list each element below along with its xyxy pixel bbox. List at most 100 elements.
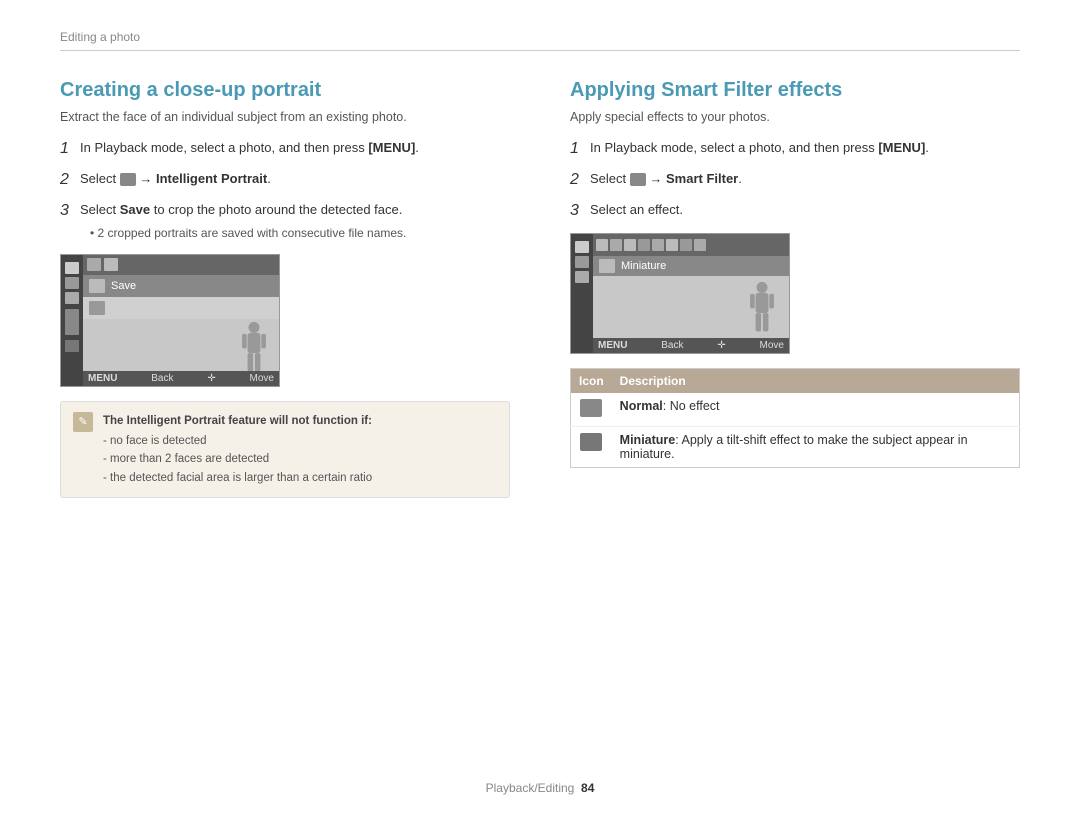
miniature-description: Miniature: Apply a tilt-shift effect to … xyxy=(612,427,1020,468)
miniature-row-icon xyxy=(599,259,615,273)
right-step-num-3: 3 xyxy=(570,199,584,223)
cam-main-left: Save xyxy=(83,255,279,386)
page-wrapper: Editing a photo Creating a close-up port… xyxy=(0,0,1080,815)
cam-main-right: Miniature xyxy=(593,234,789,353)
effect-table: Icon Description Normal: No effect xyxy=(570,368,1020,468)
right-sidebar-icon-2 xyxy=(575,256,589,268)
normal-description: Normal: No effect xyxy=(612,393,1020,427)
cam-empty-row xyxy=(83,297,279,319)
note-box: ✎ The Intelligent Portrait feature will … xyxy=(60,401,510,499)
two-column-layout: Creating a close-up portrait Extract the… xyxy=(60,79,1020,498)
save-label: Save xyxy=(111,280,136,292)
note-title: The Intelligent Portrait feature will no… xyxy=(103,412,372,430)
back-label-left: Back xyxy=(151,373,173,384)
save-icon xyxy=(89,279,105,293)
table-header-description: Description xyxy=(612,369,1020,394)
right-step-num-1: 1 xyxy=(570,137,584,161)
step-num-3: 3 xyxy=(60,199,74,244)
step-num-1: 1 xyxy=(60,137,74,161)
right-cam-image-area xyxy=(593,276,789,338)
sidebar-icon-2 xyxy=(65,277,79,289)
rt-icon-2 xyxy=(610,239,622,251)
empty-row-icon xyxy=(89,301,105,315)
right-move-label: Move xyxy=(760,340,784,351)
table-header-icon: Icon xyxy=(571,369,612,394)
rt-icon-8 xyxy=(694,239,706,251)
right-person-silhouette xyxy=(747,281,777,336)
table-header-row: Icon Description xyxy=(571,369,1020,394)
cam-top-toolbar xyxy=(83,255,279,275)
miniature-icon-cell xyxy=(571,427,612,468)
sidebar-icon-4 xyxy=(65,309,79,335)
move-icon-left: ✛ xyxy=(207,373,215,384)
footer-page: 84 xyxy=(581,781,594,795)
table-row-normal: Normal: No effect xyxy=(571,393,1020,427)
note-text: The Intelligent Portrait feature will no… xyxy=(103,412,372,488)
person-silhouette xyxy=(239,321,269,376)
right-camera-screen: Miniature xyxy=(570,233,790,354)
rt-icon-4 xyxy=(638,239,650,251)
normal-icon-cell xyxy=(571,393,612,427)
left-step-2: 2 Select → Intelligent Portrait. xyxy=(60,169,510,192)
breadcrumb: Editing a photo xyxy=(60,30,1020,44)
right-step-content-2: Select → Smart Filter. xyxy=(590,169,1020,192)
left-column: Creating a close-up portrait Extract the… xyxy=(60,79,510,498)
top-divider xyxy=(60,50,1020,51)
left-step-3-bullets: 2 cropped portraits are saved with conse… xyxy=(80,224,510,242)
sidebar-icon-5 xyxy=(65,340,79,352)
footer-text: Playback/Editing xyxy=(486,781,575,795)
rt-icon-3 xyxy=(624,239,636,251)
right-section-title: Applying Smart Filter effects xyxy=(570,79,1020,102)
step-content-3: Select Save to crop the photo around the… xyxy=(80,200,510,244)
right-step-num-2: 2 xyxy=(570,168,584,192)
rt-icon-6 xyxy=(666,239,678,251)
menu-keyword-left: MENU xyxy=(88,373,117,384)
step-content-1: In Playback mode, select a photo, and th… xyxy=(80,138,510,161)
right-step-content-3: Select an effect. xyxy=(590,200,1020,223)
bullet-1: 2 cropped portraits are saved with conse… xyxy=(90,224,510,242)
right-menu-keyword: MENU xyxy=(598,340,627,351)
left-camera-screen: Save xyxy=(60,254,280,387)
cam-sidebar-left xyxy=(61,255,83,386)
right-back-label: Back xyxy=(661,340,683,351)
page-footer: Playback/Editing 84 xyxy=(0,781,1080,795)
intelligent-portrait-icon xyxy=(120,173,136,186)
camera-screen-body: Save xyxy=(61,255,279,386)
left-section-subtitle: Extract the face of an individual subjec… xyxy=(60,110,510,124)
right-sidebar-icon-3 xyxy=(575,271,589,283)
step-content-2: Select → Intelligent Portrait. xyxy=(80,169,510,192)
right-sidebar-icon-1 xyxy=(575,241,589,253)
miniature-label: Miniature xyxy=(621,260,666,272)
cam-miniature-row: Miniature xyxy=(593,256,789,276)
note-item-1: - no face is detected xyxy=(103,432,372,450)
right-section-subtitle: Apply special effects to your photos. xyxy=(570,110,1020,124)
toolbar-icon-b xyxy=(104,258,118,271)
right-step-3: 3 Select an effect. xyxy=(570,200,1020,223)
rt-icon-1 xyxy=(596,239,608,251)
cam-save-row: Save xyxy=(83,275,279,297)
cam-sidebar-right xyxy=(571,234,593,353)
smart-filter-icon xyxy=(630,173,646,186)
right-step-content-1: In Playback mode, select a photo, and th… xyxy=(590,138,1020,161)
rt-icon-5 xyxy=(652,239,664,251)
table-row-miniature: Miniature: Apply a tilt-shift effect to … xyxy=(571,427,1020,468)
sidebar-icon-1 xyxy=(65,262,79,274)
note-icon: ✎ xyxy=(73,412,93,432)
note-item-2: - more than 2 faces are detected xyxy=(103,450,372,468)
note-item-3: - the detected facial area is larger tha… xyxy=(103,469,372,487)
right-cam-toolbar xyxy=(593,234,789,256)
rt-icon-7 xyxy=(680,239,692,251)
right-column: Applying Smart Filter effects Apply spec… xyxy=(570,79,1020,498)
left-step-3: 3 Select Save to crop the photo around t… xyxy=(60,200,510,244)
right-step-2: 2 Select → Smart Filter. xyxy=(570,169,1020,192)
right-step-1: 1 In Playback mode, select a photo, and … xyxy=(570,138,1020,161)
right-camera-body: Miniature xyxy=(571,234,789,353)
left-section-title: Creating a close-up portrait xyxy=(60,79,510,102)
sidebar-icon-3 xyxy=(65,292,79,304)
left-step-1: 1 In Playback mode, select a photo, and … xyxy=(60,138,510,161)
miniature-table-icon xyxy=(580,433,602,451)
right-move-icon: ✛ xyxy=(717,340,725,351)
cam-image-area xyxy=(83,319,279,371)
normal-icon xyxy=(580,399,602,417)
right-cam-bottom-bar: MENU Back ✛ Move xyxy=(593,338,789,353)
